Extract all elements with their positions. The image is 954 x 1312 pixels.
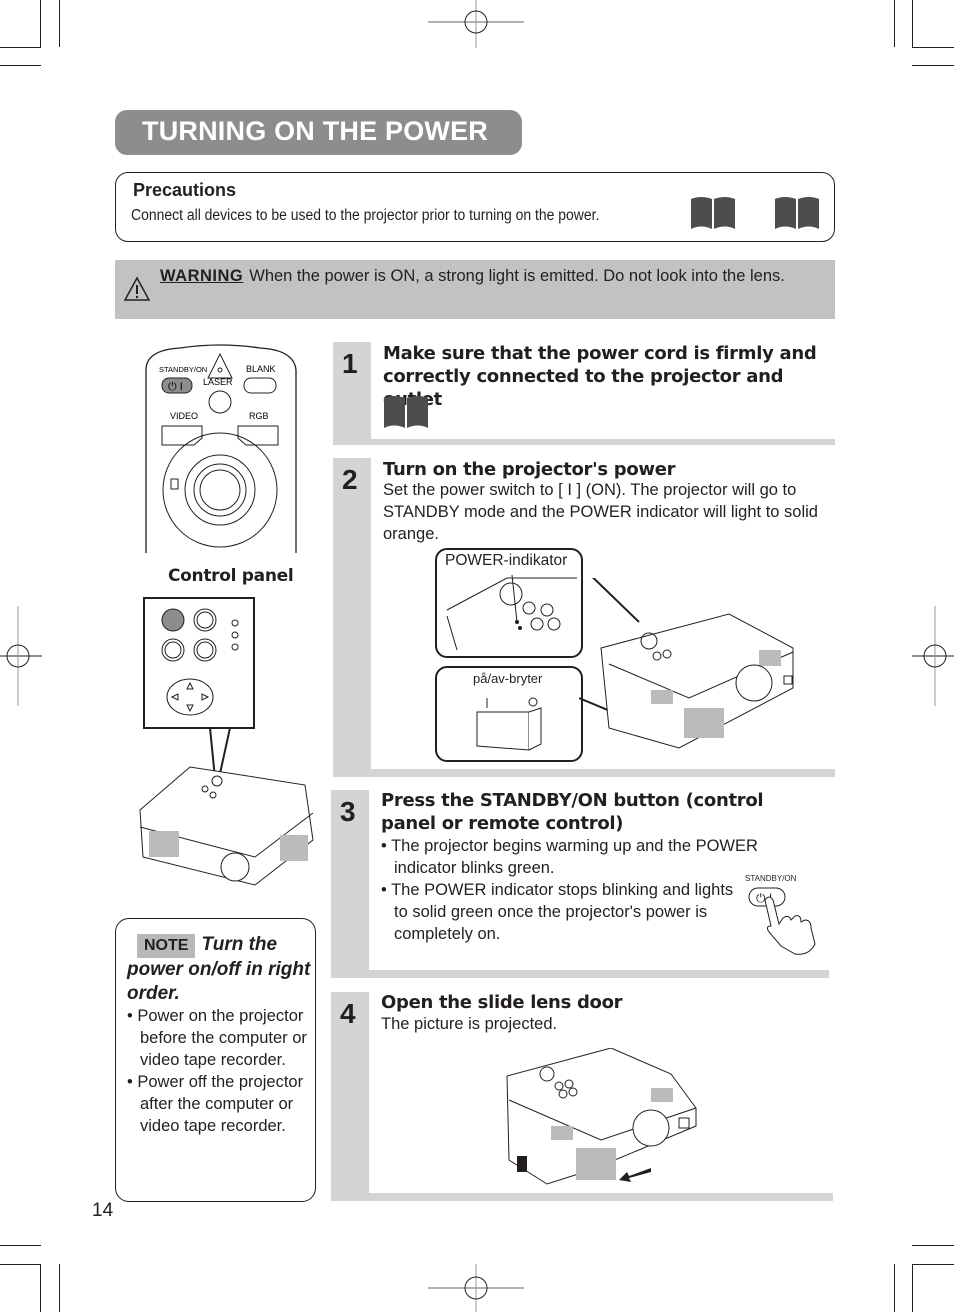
disk-pad[interactable] bbox=[184, 454, 256, 526]
hand-pressing-button-icon: ⏻ I bbox=[748, 887, 816, 955]
step-1: 1 Make sure that the power cord is firml… bbox=[333, 342, 835, 445]
page-number: 14 bbox=[92, 1200, 114, 1221]
control-panel-closeup bbox=[446, 574, 577, 651]
bullet-item: • The POWER indicator stops blinking and… bbox=[381, 881, 734, 943]
registration-mark-left bbox=[0, 606, 42, 706]
warning-text: When the power is ON, a strong light is … bbox=[249, 267, 785, 285]
registration-mark-right bbox=[912, 606, 954, 706]
precautions-text: Connect all devices to be used to the pr… bbox=[131, 207, 600, 224]
warning-label: WARNING bbox=[160, 267, 244, 285]
remote-control-illustration: STANDBY/ON ⏻ I LASER BLANK VIDEO RGB bbox=[145, 344, 297, 553]
page-title-text: TURNING ON THE POWER bbox=[142, 116, 488, 146]
warning-triangle-icon bbox=[123, 276, 151, 301]
step-heading: Turn on the projector's power bbox=[383, 459, 676, 480]
precautions-title: Precautions bbox=[133, 180, 237, 200]
note-heading-block: NOTE Turn the power on/off in right order… bbox=[127, 933, 312, 1006]
standby-button-label: STANDBY/ON bbox=[745, 874, 797, 883]
projector-illustration bbox=[579, 578, 794, 749]
bullet-item: • Power off the projector after the comp… bbox=[127, 1073, 304, 1135]
bullet-item: • Power on the projector before the comp… bbox=[127, 1007, 307, 1069]
precautions-box: Precautions Connect all devices to be us… bbox=[115, 172, 835, 242]
step-3: 3 Press the STANDBY/ON button (control p… bbox=[331, 790, 829, 978]
remote-button-label-video: VIDEO bbox=[170, 411, 198, 421]
blank-button[interactable] bbox=[243, 377, 277, 394]
slide-arrow-icon bbox=[619, 1168, 651, 1182]
note-badge: NOTE bbox=[137, 934, 196, 958]
note-bullets: • Power on the projector before the comp… bbox=[127, 1005, 317, 1137]
warning-banner: WARNING When the power is ON, a strong li… bbox=[115, 260, 835, 319]
step-heading: Open the slide lens door bbox=[381, 992, 623, 1013]
power-indicator-label: POWER-indikator bbox=[445, 552, 568, 569]
laser-warning-icon bbox=[207, 352, 233, 379]
power-indicator-callout: POWER-indikator bbox=[435, 548, 583, 658]
step-number: 2 bbox=[342, 464, 358, 495]
book-icon bbox=[691, 197, 735, 229]
control-panel-illustration bbox=[139, 597, 314, 886]
warning-text-block: WARNING When the power is ON, a strong li… bbox=[160, 265, 820, 287]
step-4: 4 Open the slide lens door The picture i… bbox=[331, 992, 833, 1201]
bullet-item: • The projector begins warming up and th… bbox=[381, 837, 758, 877]
remote-button-label-standby: STANDBY/ON bbox=[159, 365, 207, 374]
remote-button-label-blank: BLANK bbox=[246, 364, 276, 374]
step-number: 1 bbox=[342, 348, 358, 379]
rgb-button[interactable] bbox=[237, 425, 279, 446]
control-panel-label: Control panel bbox=[168, 566, 294, 586]
note-box: NOTE Turn the power on/off in right order… bbox=[115, 918, 316, 1202]
step-body: Set the power switch to [ I ] (ON). The … bbox=[383, 481, 818, 543]
step-heading: Press the STANDBY/ON button (control pan… bbox=[381, 790, 764, 834]
registration-mark-bottom bbox=[428, 1264, 524, 1312]
mouse-icon bbox=[170, 478, 179, 490]
remote-button-label-laser: LASER bbox=[203, 377, 233, 387]
laser-button[interactable] bbox=[208, 390, 232, 414]
step-body: The picture is projected. bbox=[381, 1015, 558, 1033]
power-switch-label: på/av-bryter bbox=[473, 671, 543, 686]
step-heading: Make sure that the power cord is firmly … bbox=[383, 343, 817, 410]
power-switch-icon bbox=[476, 697, 542, 751]
book-icon bbox=[775, 197, 819, 229]
page-title: TURNING ON THE POWER bbox=[115, 110, 522, 155]
step-number: 4 bbox=[340, 998, 356, 1029]
registration-mark-top bbox=[428, 0, 524, 48]
step-number: 3 bbox=[340, 796, 356, 827]
remote-button-label-rgb: RGB bbox=[249, 411, 269, 421]
video-button[interactable] bbox=[161, 425, 203, 446]
power-switch-callout: på/av-bryter bbox=[435, 666, 583, 762]
power-symbol-icon: ⏻ I bbox=[168, 381, 183, 393]
projector-lens-door-illustration bbox=[506, 1048, 697, 1185]
step-bullets: • The projector begins warming up and th… bbox=[381, 835, 801, 945]
book-icon bbox=[384, 396, 428, 428]
step-2: 2 Turn on the projector's power Set the … bbox=[333, 458, 835, 777]
